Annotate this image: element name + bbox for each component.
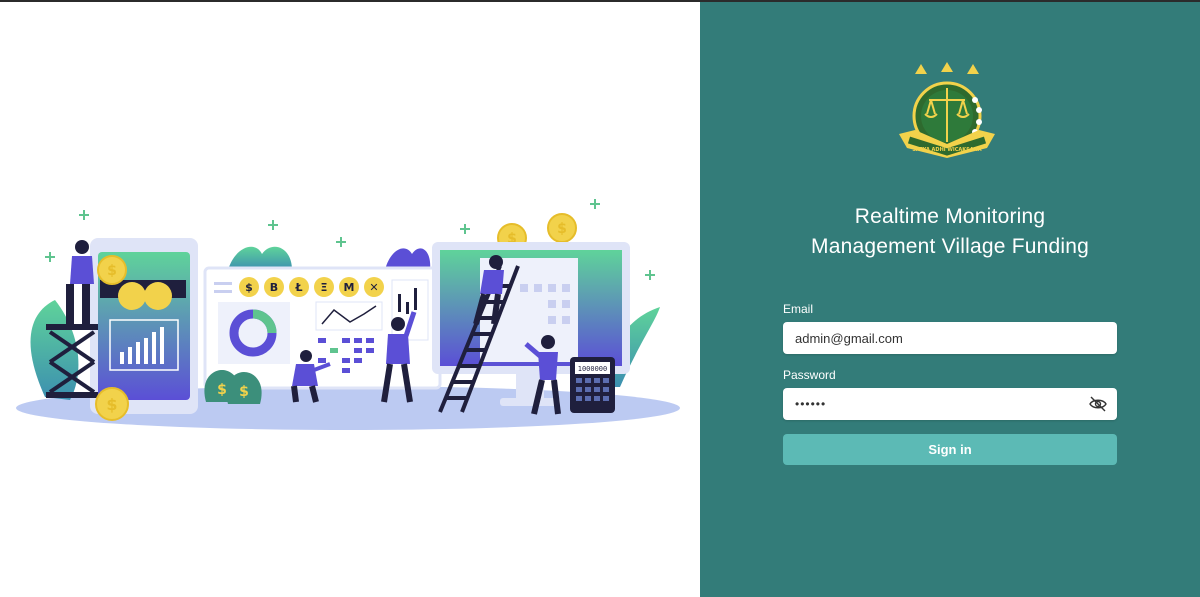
svg-text:B: B bbox=[270, 281, 278, 294]
money-bag-icons: $ $ bbox=[204, 370, 262, 404]
calculator-icon: 1000000 bbox=[570, 357, 615, 413]
password-input[interactable] bbox=[783, 388, 1117, 420]
password-field-wrapper bbox=[783, 388, 1117, 420]
svg-text:M: M bbox=[344, 281, 355, 294]
login-panel: SATYA ADHI WICAKSANA Realtime Monitoring… bbox=[700, 2, 1200, 597]
institution-emblem-logo: SATYA ADHI WICAKSANA bbox=[899, 62, 995, 158]
email-input[interactable] bbox=[783, 322, 1117, 354]
svg-text:Ξ: Ξ bbox=[321, 281, 328, 294]
page-title: Realtime Monitoring Management Village F… bbox=[700, 202, 1200, 262]
title-line-2: Management Village Funding bbox=[811, 235, 1089, 258]
eye-off-icon[interactable] bbox=[1089, 396, 1107, 412]
svg-text:$: $ bbox=[217, 382, 227, 398]
finance-team-illustration: $ $ $ $ $ $ B Ł Ξ M ✕ bbox=[16, 199, 680, 430]
person-on-lift bbox=[66, 240, 94, 324]
password-label: Password bbox=[783, 368, 836, 382]
title-line-1: Realtime Monitoring bbox=[854, 205, 1046, 228]
svg-text:$: $ bbox=[239, 384, 249, 400]
svg-text:$: $ bbox=[245, 281, 253, 294]
email-field-wrapper bbox=[783, 322, 1117, 354]
svg-text:Ł: Ł bbox=[294, 281, 302, 294]
sign-in-button[interactable]: Sign in bbox=[783, 434, 1117, 465]
svg-text:$: $ bbox=[557, 221, 567, 237]
svg-text:SATYA ADHI WICAKSANA: SATYA ADHI WICAKSANA bbox=[912, 147, 981, 153]
svg-text:✕: ✕ bbox=[369, 281, 378, 294]
svg-text:1000000: 1000000 bbox=[578, 365, 608, 373]
login-form: Email Password Sign in bbox=[783, 302, 1117, 465]
email-label: Email bbox=[783, 302, 814, 316]
illustration-panel: $ $ $ $ $ $ B Ł Ξ M ✕ bbox=[0, 2, 700, 597]
svg-text:$: $ bbox=[106, 395, 117, 414]
svg-text:$: $ bbox=[107, 263, 117, 279]
